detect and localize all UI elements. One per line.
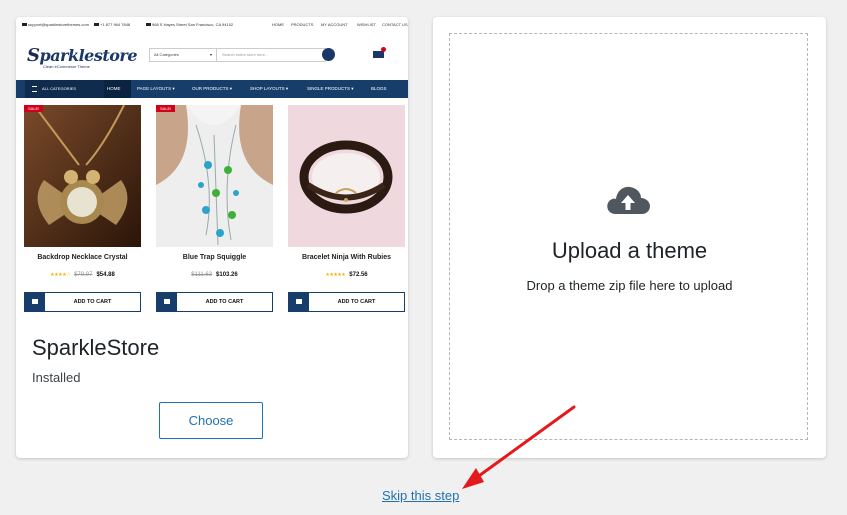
product-name: Bracelet Ninja With Rubies xyxy=(301,254,391,261)
cart-icon xyxy=(157,293,177,311)
location-icon xyxy=(146,23,151,27)
sale-price: $72.56 xyxy=(349,272,368,278)
menu-icon xyxy=(32,85,37,92)
preview-search-placeholder: Search entire store here... xyxy=(222,52,269,57)
rating-stars: ★★★★★ xyxy=(325,272,346,278)
upload-dropzone[interactable] xyxy=(449,33,808,440)
old-price: $79.97 xyxy=(74,272,93,278)
add-to-cart-label: ADD TO CART xyxy=(205,299,244,305)
preview-nav-item: PAGE LAYOUTS ▾ xyxy=(137,86,175,91)
upload-subtitle: Drop a theme zip file here to upload xyxy=(526,278,733,293)
search-icon xyxy=(322,48,335,61)
rating-stars: ★★★★☆ xyxy=(50,272,71,278)
add-to-cart-button: ADD TO CART xyxy=(24,292,141,312)
preview-search: All Categories ▾ Search entire store her… xyxy=(149,48,326,62)
preview-toplink: HOME xyxy=(272,22,284,27)
mail-icon xyxy=(22,23,27,27)
upload-theme-card[interactable]: Upload a theme Drop a theme zip file her… xyxy=(433,17,826,458)
product-price: ★★★★★ $72.56 xyxy=(288,272,405,278)
theme-name: SparkleStore xyxy=(32,335,160,360)
preview-all-categories: ALL CATEGORIES xyxy=(25,80,104,98)
chevron-down-icon: ▾ xyxy=(210,52,213,57)
theme-screenshot: support@sparklestorethemes.com +1 877 96… xyxy=(16,17,408,337)
theme-status: Installed xyxy=(32,370,81,385)
old-price: $111.63 xyxy=(191,272,213,278)
preview-nav: ALL CATEGORIES HOME PAGE LAYOUTS ▾ OUR P… xyxy=(16,80,408,98)
preview-nav-item: SHOP LAYOUTS ▾ xyxy=(250,86,289,91)
cart-icon xyxy=(373,47,386,58)
preview-all-categories-label: ALL CATEGORIES xyxy=(42,86,77,91)
preview-nav-item: OUR PRODUCTS ▾ xyxy=(192,86,233,91)
preview-nav-item: HOME xyxy=(107,86,121,91)
upload-title: Upload a theme xyxy=(551,238,708,263)
product-image: SALE! xyxy=(156,105,273,247)
logo-initial: S xyxy=(27,45,40,66)
cart-icon xyxy=(25,293,45,311)
product-image: SALE! xyxy=(24,105,141,247)
preview-search-category: All Categories xyxy=(154,52,179,57)
preview-topbar: support@sparklestorethemes.com +1 877 96… xyxy=(22,22,408,32)
add-to-cart-label: ADD TO CART xyxy=(337,299,376,305)
product-image xyxy=(288,105,405,247)
sale-price: $54.88 xyxy=(96,272,115,278)
preview-logo: Sparklestore Clean eCommerce Theme xyxy=(27,45,138,69)
product-name: Backdrop Necklace Crystal xyxy=(37,254,128,261)
preview-phone: +1 877 964 7848 xyxy=(100,22,131,27)
logo-text: parklestore xyxy=(39,46,138,65)
product-price: $111.63 $103.26 xyxy=(156,272,273,278)
sale-badge: SALE! xyxy=(156,105,176,112)
add-to-cart-button: ADD TO CART xyxy=(288,292,405,312)
choose-button[interactable]: Choose xyxy=(159,402,263,439)
add-to-cart-label: ADD TO CART xyxy=(73,299,112,305)
preview-address: 968 S Hayes Street San Francisco, CA 941… xyxy=(152,22,234,27)
skip-step-link[interactable]: Skip this step xyxy=(382,488,459,503)
preview-nav-item: BLOGS xyxy=(371,86,387,91)
preview-toplink: WISHLIST xyxy=(357,22,376,27)
preview-email: support@sparklestorethemes.com xyxy=(28,22,89,27)
sale-price: $103.26 xyxy=(216,272,238,278)
preview-nav-item: SINGLE PRODUCTS ▾ xyxy=(307,86,354,91)
preview-toplink: CONTACT US xyxy=(382,22,408,27)
sale-badge: SALE! xyxy=(24,105,44,112)
cart-icon xyxy=(289,293,309,311)
product-price: ★★★★☆ $79.97 $54.88 xyxy=(24,272,141,278)
phone-icon xyxy=(94,23,99,27)
theme-card: support@sparklestorethemes.com +1 877 96… xyxy=(16,17,408,458)
preview-toplink: MY ACCOUNT xyxy=(321,22,348,27)
preview-toplink: PRODUCTS xyxy=(291,22,314,27)
product-name: Blue Trap Squiggle xyxy=(182,254,247,261)
cloud-upload-icon xyxy=(607,186,650,214)
add-to-cart-button: ADD TO CART xyxy=(156,292,273,312)
